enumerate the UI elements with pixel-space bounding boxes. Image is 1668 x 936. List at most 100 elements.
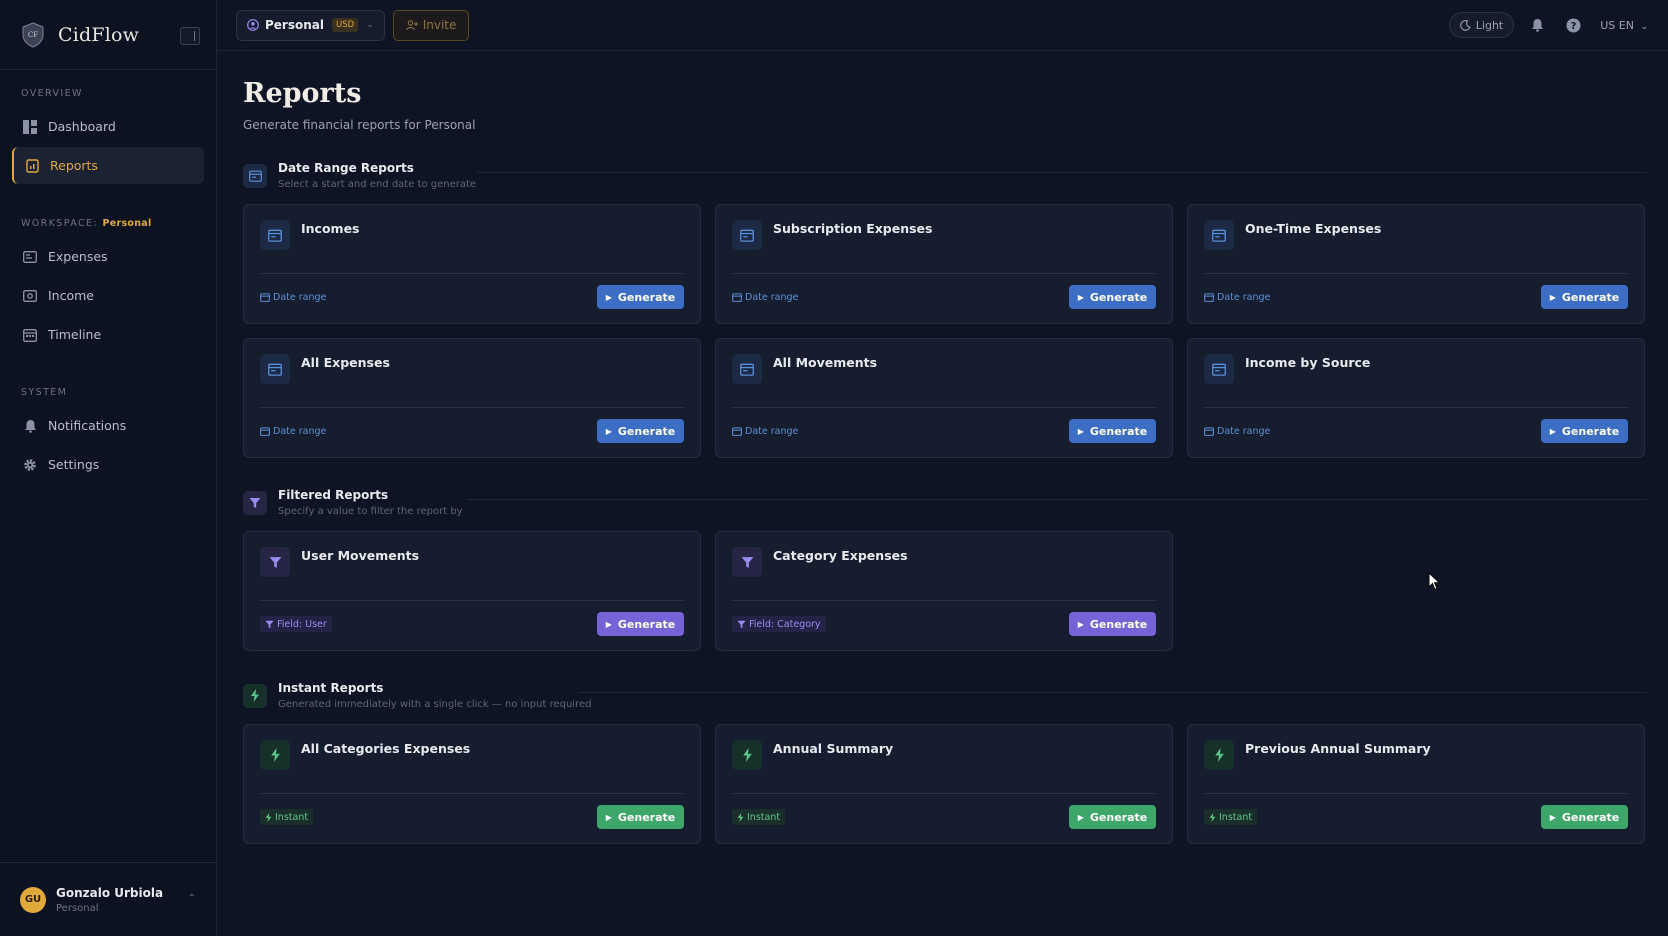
nav-system: SYSTEM Notifications Settings — [0, 369, 216, 485]
play-icon: ▶ — [1549, 812, 1556, 822]
generate-label: Generate — [1089, 424, 1148, 438]
generate-button[interactable]: ▶ Generate — [1069, 805, 1156, 829]
generate-button[interactable]: ▶ Generate — [597, 419, 684, 443]
report-title: One-Time Expenses — [1245, 221, 1382, 236]
report-tag-label: Field: User — [277, 618, 327, 630]
section-divider — [578, 692, 1647, 693]
generate-label: Generate — [1089, 617, 1148, 631]
language-selector[interactable]: US EN ⌄ — [1600, 19, 1648, 32]
sidebar-item-dashboard[interactable]: Dashboard — [12, 108, 204, 145]
calendar-icon — [732, 292, 742, 302]
report-tag-label: Field: Category — [749, 618, 821, 630]
section-label-system: SYSTEM — [21, 387, 68, 398]
generate-button[interactable]: ▶ Generate — [1069, 612, 1156, 636]
svg-text:?: ? — [1570, 21, 1576, 32]
play-icon: ▶ — [1077, 812, 1084, 822]
sidebar-item-notifications[interactable]: Notifications — [12, 407, 204, 444]
card-divider — [732, 600, 1156, 601]
generate-label: Generate — [617, 424, 676, 438]
sidebar-collapse-button[interactable] — [180, 27, 200, 45]
sidebar-item-reports[interactable]: Reports — [12, 147, 204, 184]
report-tag: Date range — [260, 423, 331, 439]
calendar-icon — [260, 292, 270, 302]
generate-button[interactable]: ▶ Generate — [597, 805, 684, 829]
play-icon: ▶ — [605, 619, 612, 629]
report-tag-label: Instant — [1219, 811, 1253, 823]
generate-button[interactable]: ▶ Generate — [1069, 419, 1156, 443]
calendar-icon — [260, 220, 290, 250]
lightning-icon — [1204, 740, 1234, 770]
report-tag-label: Instant — [747, 811, 781, 823]
report-card-income-by-source: Income by Source Date range ▶ Generate — [1187, 338, 1645, 458]
sidebar-item-label: Expenses — [48, 249, 108, 264]
bell-icon[interactable] — [1528, 16, 1546, 34]
card-divider — [732, 793, 1156, 794]
topbar: Personal USD ⌄ Invite Light ? US EN ⌄ — [217, 0, 1668, 51]
generate-button[interactable]: ▶ Generate — [597, 285, 684, 309]
report-tag-label: Date range — [273, 425, 327, 437]
moon-icon — [1460, 19, 1471, 31]
gear-icon — [22, 457, 38, 473]
calendar-icon — [243, 163, 267, 188]
report-tag-label: Date range — [273, 291, 327, 303]
instant-report-grid: All Categories Expenses Instant ▶ Generat… — [243, 724, 1647, 844]
play-icon: ▶ — [1549, 292, 1556, 302]
generate-label: Generate — [1561, 290, 1620, 304]
play-icon: ▶ — [605, 292, 612, 302]
report-tag: Field: User — [260, 616, 332, 632]
dashboard-icon — [22, 119, 38, 135]
card-divider — [260, 407, 684, 408]
report-tag-label: Date range — [745, 291, 799, 303]
sidebar-item-expenses[interactable]: Expenses — [12, 238, 204, 275]
sidebar-item-income[interactable]: Income — [12, 277, 204, 314]
sidebar-item-timeline[interactable]: Timeline — [12, 316, 204, 353]
user-circle-icon — [247, 19, 259, 31]
section-divider — [477, 172, 1647, 173]
generate-label: Generate — [1089, 290, 1148, 304]
generate-button[interactable]: ▶ Generate — [1541, 419, 1628, 443]
chevron-down-icon: ⌄ — [366, 20, 374, 30]
app-name: CidFlow — [58, 23, 140, 46]
sidebar-item-label: Dashboard — [48, 119, 116, 134]
workspace-name: Personal — [102, 218, 152, 229]
report-tag-label: Date range — [745, 425, 799, 437]
generate-label: Generate — [1561, 810, 1620, 824]
report-card-subscription-expenses: Subscription Expenses Date range ▶ Genera… — [715, 204, 1173, 324]
calendar-icon — [1204, 220, 1234, 250]
report-tag: Date range — [732, 289, 803, 305]
card-divider — [260, 793, 684, 794]
svg-text:CF: CF — [28, 31, 38, 39]
expenses-icon — [22, 249, 38, 265]
card-divider — [732, 407, 1156, 408]
main-content: Reports Generate financial reports for P… — [243, 51, 1647, 844]
calendar-icon — [260, 354, 290, 384]
report-title: Incomes — [301, 221, 360, 236]
theme-toggle-button[interactable]: Light — [1448, 12, 1515, 38]
workspace-selector[interactable]: Personal USD ⌄ — [236, 9, 385, 41]
calendar-icon — [260, 426, 270, 436]
help-icon[interactable]: ? — [1564, 16, 1582, 34]
sidebar-item-label: Settings — [48, 457, 100, 472]
generate-button[interactable]: ▶ Generate — [597, 612, 684, 636]
filter-icon — [243, 490, 267, 515]
generate-button[interactable]: ▶ Generate — [1541, 285, 1628, 309]
play-icon: ▶ — [605, 812, 612, 822]
report-tag: Date range — [1204, 423, 1275, 439]
report-icon — [24, 158, 40, 174]
invite-button[interactable]: Invite — [392, 9, 470, 41]
generate-button[interactable]: ▶ Generate — [1069, 285, 1156, 309]
bell-icon — [22, 418, 38, 434]
sidebar: CF CidFlow OVERVIEW Dashboard Reports WO… — [0, 0, 217, 936]
user-menu[interactable]: GU Gonzalo Urbiola Personal ⌃ — [0, 862, 216, 936]
report-card-annual-summary: Annual Summary Instant ▶ Generate — [715, 724, 1173, 844]
section-header-instant: Instant Reports Generated immediately wi… — [243, 681, 1647, 710]
theme-label: Light — [1475, 18, 1504, 32]
report-tag: Date range — [1204, 289, 1275, 305]
report-title: User Movements — [301, 548, 420, 563]
sidebar-item-settings[interactable]: Settings — [12, 446, 204, 483]
card-divider — [1204, 407, 1628, 408]
section-label-overview: OVERVIEW — [21, 88, 83, 99]
play-icon: ▶ — [1077, 292, 1084, 302]
report-card-all-categories-expenses: All Categories Expenses Instant ▶ Generat… — [243, 724, 701, 844]
generate-button[interactable]: ▶ Generate — [1541, 805, 1628, 829]
